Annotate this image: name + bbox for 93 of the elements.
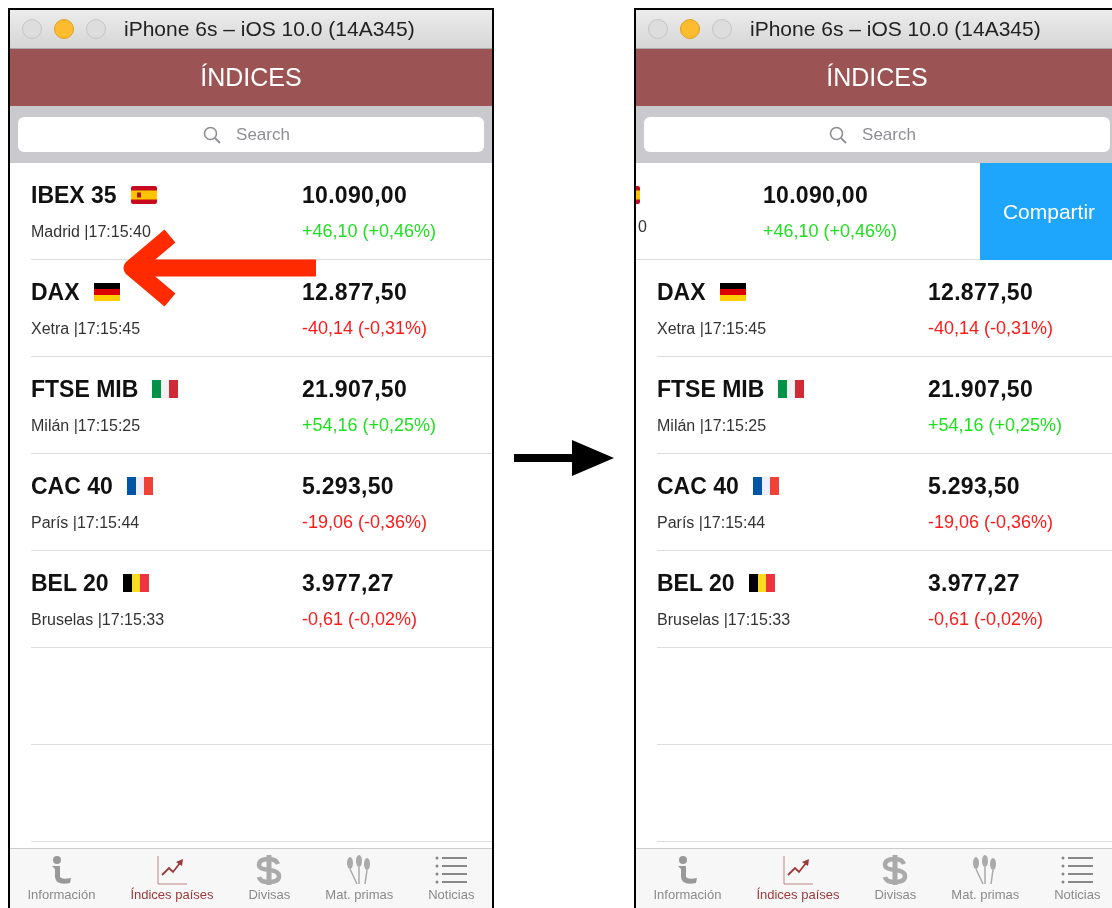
index-name: CAC 40 [657, 472, 739, 500]
search-field[interactable]: Search [18, 117, 484, 152]
minimize-button[interactable] [680, 19, 700, 39]
index-price: 10.090,00 [763, 182, 870, 209]
list-row[interactable]: BEL 20 Bruselas |17:15:33 3.977,27 -0,61 (-0,02%) [31, 551, 492, 648]
tab-item[interactable]: Mat. primas [951, 855, 1020, 903]
search-icon [203, 126, 221, 144]
tab-item[interactable]: Información [653, 855, 722, 903]
window-title: iPhone 6s – iOS 10.0 (14A345) [124, 17, 415, 41]
zoom-button[interactable] [86, 19, 106, 39]
index-name: IBEX 35 [31, 181, 117, 209]
market-time: París |17:15:44 [657, 513, 767, 532]
price-change: -19,06 (-0,36%) [302, 512, 428, 533]
tab-item[interactable]: Noticias [428, 855, 475, 903]
index-price: 3.977,27 [928, 570, 1021, 597]
dollar-icon [257, 855, 282, 885]
price-change: -40,14 (-0,31%) [302, 318, 428, 339]
close-button[interactable] [22, 19, 42, 39]
wheat-icon [347, 855, 371, 885]
close-button[interactable] [648, 19, 668, 39]
market-time: París |17:15:44 [31, 513, 141, 532]
price-change: +54,16 (+0,25%) [302, 415, 437, 436]
price-change: -0,61 (-0,02%) [302, 609, 418, 630]
market-time: Madrid |17:15:40 [31, 222, 152, 241]
index-price: 3.977,27 [302, 570, 395, 597]
tab-item[interactable]: Divisas [248, 855, 291, 903]
index-price: 10.090,00 [302, 182, 409, 209]
price-change: +54,16 (+0,25%) [928, 415, 1063, 436]
market-time: Bruselas |17:15:33 [31, 610, 166, 629]
market-time: Milán |17:15:25 [31, 416, 142, 435]
index-price: 21.907,50 [302, 376, 409, 403]
list-row[interactable]: BEL 20 Bruselas |17:15:33 3.977,27 -0,61 (-0,02%) [657, 551, 1112, 648]
flag-icon [752, 477, 779, 495]
index-name: BEL 20 [657, 569, 735, 597]
list-row[interactable]: IBEX 35 Madrid |17:15:40 10.090,00 +46,10 (+0,46%) [31, 163, 492, 260]
list-row[interactable]: CAC 40 París |17:15:44 5.293,50 -19,06 (-0,36%) [31, 454, 492, 551]
tab-item[interactable]: Noticias [1054, 855, 1101, 903]
index-name: FTSE MIB [31, 375, 139, 403]
market-time: Xetra |17:15:45 [657, 319, 768, 338]
index-price: 12.877,50 [302, 279, 409, 306]
index-name: BEL 20 [31, 569, 109, 597]
market-time: Milán |17:15:25 [657, 416, 768, 435]
search-icon [829, 126, 847, 144]
list-icon [1061, 856, 1094, 884]
index-price: 5.293,50 [302, 473, 395, 500]
list-row[interactable]: FTSE MIB Milán |17:15:25 21.907,50 +54,16 (+0,25%) [31, 357, 492, 454]
index-name: CAC 40 [31, 472, 113, 500]
flag-icon [748, 574, 775, 592]
price-change: -0,61 (-0,02%) [928, 609, 1044, 630]
nav-title: ÍNDICES [636, 49, 1112, 106]
index-name: DAX [31, 278, 80, 306]
flag-icon [130, 186, 157, 204]
zoom-button[interactable] [712, 19, 732, 39]
list-row[interactable]: DAX Xetra |17:15:45 12.877,50 -40,14 (-0,31%) [657, 260, 1112, 357]
list-row[interactable]: 0 10.090,00 +46,10 (+0,46%) Compartir [636, 163, 1112, 260]
nav-title: ÍNDICES [10, 49, 492, 106]
tab-item[interactable]: Información [27, 855, 96, 903]
list-row[interactable]: FTSE MIB Milán |17:15:25 21.907,50 +54,16 (+0,25%) [657, 357, 1112, 454]
row-text-fragment: 0 [638, 218, 648, 236]
info-icon [52, 856, 72, 884]
tab-item[interactable]: Índices países [756, 855, 840, 903]
price-change: +46,10 (+0,46%) [302, 221, 437, 242]
index-name: FTSE MIB [657, 375, 765, 403]
tab-item[interactable]: Mat. primas [325, 855, 394, 903]
price-change: +46,10 (+0,46%) [763, 221, 898, 242]
dollar-icon [883, 855, 908, 885]
index-name: DAX [657, 278, 706, 306]
flag-icon [778, 380, 805, 398]
flag-icon [93, 283, 120, 301]
line-chart-icon [157, 855, 188, 885]
flag-icon [122, 574, 149, 592]
tab-item[interactable]: Divisas [874, 855, 917, 903]
index-price: 12.877,50 [928, 279, 1035, 306]
line-chart-icon [783, 855, 814, 885]
tab-item[interactable]: Índices países [130, 855, 214, 903]
index-price: 5.293,50 [928, 473, 1021, 500]
search-field[interactable]: Search [644, 117, 1110, 152]
wheat-icon [973, 855, 997, 885]
minimize-button[interactable] [54, 19, 74, 39]
market-time: Bruselas |17:15:33 [657, 610, 792, 629]
flag-icon [719, 283, 746, 301]
list-row[interactable]: DAX Xetra |17:15:45 12.877,50 -40,14 (-0,31%) [31, 260, 492, 357]
list-row[interactable]: CAC 40 París |17:15:44 5.293,50 -19,06 (-0,36%) [657, 454, 1112, 551]
price-change: -19,06 (-0,36%) [928, 512, 1054, 533]
index-price: 21.907,50 [928, 376, 1035, 403]
list-icon [435, 856, 468, 884]
flag-icon [636, 186, 640, 204]
flag-icon [126, 477, 153, 495]
info-icon [678, 856, 698, 884]
flag-icon [152, 380, 179, 398]
market-time: Xetra |17:15:45 [31, 319, 142, 338]
window-title: iPhone 6s – iOS 10.0 (14A345) [750, 17, 1041, 41]
price-change: -40,14 (-0,31%) [928, 318, 1054, 339]
